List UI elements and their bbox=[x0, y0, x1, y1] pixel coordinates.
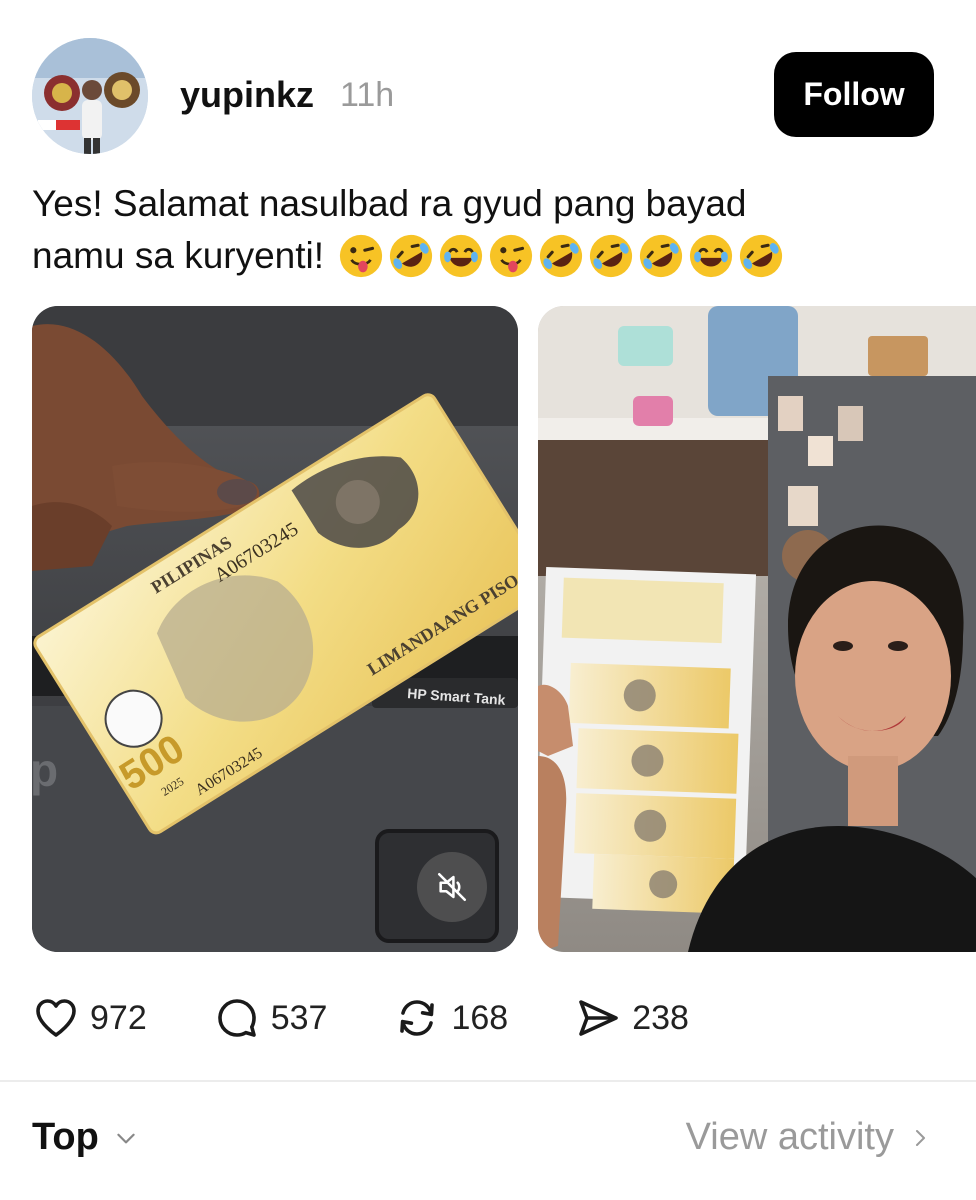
comment-count: 537 bbox=[270, 998, 328, 1037]
post-timestamp: 11h bbox=[340, 76, 395, 114]
post-actions: 972 537 168 238 bbox=[32, 990, 755, 1046]
rofl-emoji bbox=[639, 234, 683, 278]
rofl-emoji bbox=[389, 234, 433, 278]
post-caption: Yes! Salamat nasulbad ra gyud pang bayad… bbox=[32, 178, 932, 282]
view-activity-label: View activity bbox=[685, 1116, 894, 1158]
caption-line-1: Yes! Salamat nasulbad ra gyud pang bayad bbox=[32, 183, 747, 224]
repost-icon bbox=[400, 1000, 435, 1036]
like-count: 972 bbox=[90, 998, 147, 1037]
follow-button[interactable]: Follow bbox=[774, 52, 934, 137]
comment-bubble-icon bbox=[217, 999, 256, 1037]
share-button[interactable]: 238 bbox=[574, 994, 689, 1042]
chevron-down-icon bbox=[117, 1133, 135, 1143]
like-button[interactable]: 972 bbox=[32, 994, 147, 1042]
sort-label: Top bbox=[32, 1116, 99, 1158]
rofl-emoji bbox=[739, 234, 783, 278]
comment-button[interactable]: 537 bbox=[213, 994, 328, 1042]
heart-icon bbox=[36, 999, 76, 1037]
send-icon bbox=[579, 1000, 619, 1036]
view-activity-link[interactable]: View activity bbox=[686, 1116, 932, 1159]
chevron-right-icon bbox=[916, 1129, 925, 1146]
caption-emoji-row bbox=[338, 233, 784, 279]
share-count: 238 bbox=[632, 998, 689, 1037]
avatar[interactable] bbox=[32, 38, 148, 154]
joy-emoji bbox=[689, 234, 733, 278]
rofl-emoji bbox=[589, 234, 633, 278]
repost-count: 168 bbox=[451, 998, 509, 1037]
mute-button[interactable] bbox=[417, 852, 487, 922]
caption-line-2-row: namu sa kuryenti! bbox=[32, 230, 932, 282]
sort-dropdown[interactable]: Top bbox=[32, 1116, 139, 1159]
joy-emoji bbox=[439, 234, 483, 278]
rofl-emoji bbox=[539, 234, 583, 278]
winking-tongue-emoji bbox=[489, 234, 533, 278]
svg-text:p: p bbox=[32, 744, 58, 796]
speaker-muted-icon bbox=[437, 872, 467, 902]
divider bbox=[0, 1080, 976, 1082]
winking-tongue-emoji bbox=[339, 234, 383, 278]
username[interactable]: yupinkz bbox=[180, 74, 314, 116]
photo-woman-banknotes[interactable] bbox=[538, 306, 976, 952]
thread-post: yupinkz 11h Follow Yes! Salamat nasulbad… bbox=[0, 0, 976, 1200]
repost-button[interactable]: 168 bbox=[393, 994, 508, 1042]
caption-line-2: namu sa kuryenti! bbox=[32, 235, 325, 276]
